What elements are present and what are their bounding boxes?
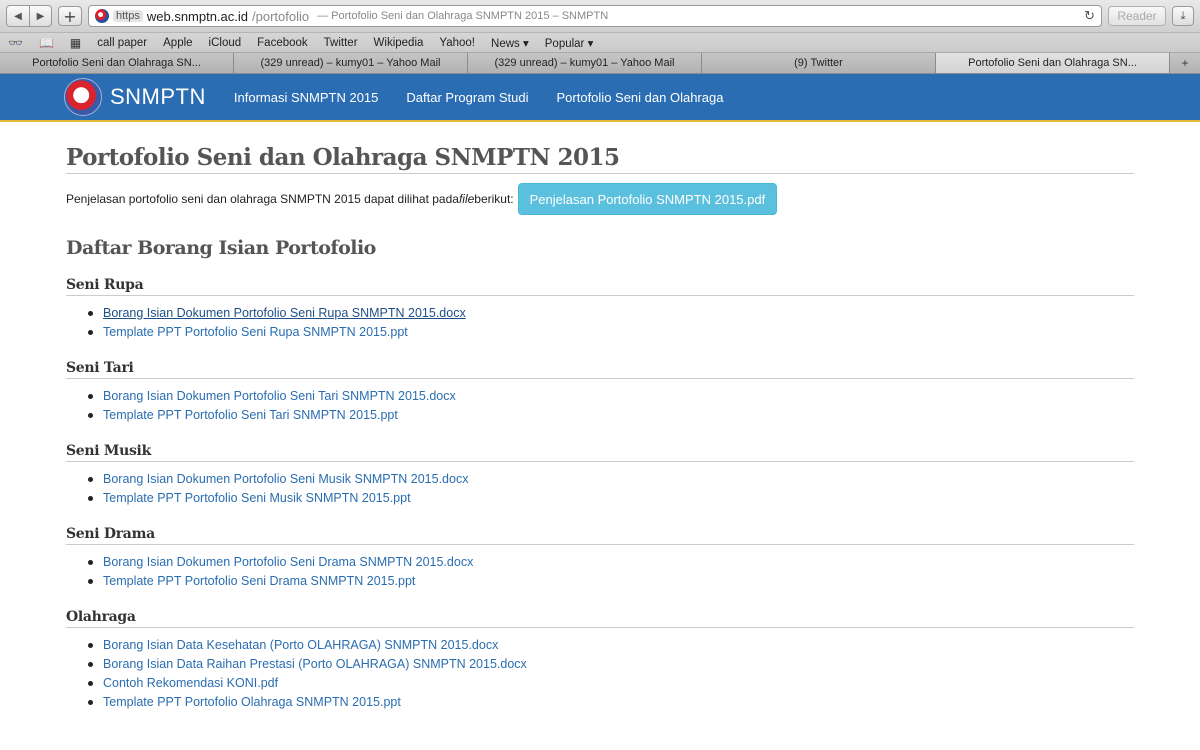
download-link[interactable]: Borang Isian Dokumen Portofolio Seni Dra… <box>103 553 473 572</box>
section-seni-rupa: Seni Rupa Borang Isian Dokumen Portofoli… <box>66 277 1134 342</box>
section-olahraga: Olahraga Borang Isian Data Kesehatan (Po… <box>66 609 1134 712</box>
section-heading: Seni Musik <box>66 443 1134 462</box>
pdf-download-button[interactable]: Penjelasan Portofolio SNMPTN 2015.pdf <box>517 183 778 215</box>
list-item: Borang Isian Dokumen Portofolio Seni Mus… <box>88 470 1134 489</box>
section-heading: Seni Drama <box>66 526 1134 545</box>
site-logo[interactable]: SNMPTN <box>64 78 206 116</box>
list-item: Borang Isian Data Kesehatan (Porto OLAHR… <box>88 636 1134 655</box>
new-tab-icon[interactable]: + <box>1170 53 1200 73</box>
nav-link-informasi[interactable]: Informasi SNMPTN 2015 <box>234 90 379 105</box>
browser-tab-active[interactable]: Portofolio Seni dan Olahraga SN... <box>936 53 1170 73</box>
history-buttons: ◀ ▶ <box>6 5 52 27</box>
section-heading: Seni Tari <box>66 360 1134 379</box>
back-button[interactable]: ◀ <box>7 6 29 26</box>
browser-tab[interactable]: (9) Twitter <box>702 53 936 73</box>
browser-tab[interactable]: (329 unread) – kumy01 – Yahoo Mail <box>468 53 702 73</box>
site-navbar: SNMPTN Informasi SNMPTN 2015 Daftar Prog… <box>0 74 1200 122</box>
list-item: Template PPT Portofolio Olahraga SNMPTN … <box>88 693 1134 712</box>
download-link[interactable]: Template PPT Portofolio Seni Rupa SNMPTN… <box>103 323 408 342</box>
nav-link-portofolio[interactable]: Portofolio Seni dan Olahraga <box>557 90 724 105</box>
list-item: Borang Isian Dokumen Portofolio Seni Tar… <box>88 387 1134 406</box>
download-link[interactable]: Template PPT Portofolio Seni Drama SNMPT… <box>103 572 415 591</box>
section-heading: Olahraga <box>66 609 1134 628</box>
download-link[interactable]: Borang Isian Data Raihan Prestasi (Porto… <box>103 655 527 674</box>
bookmarks-bar: 👓 📖 ▦ call paper Apple iCloud Facebook T… <box>0 33 1200 53</box>
list-heading: Daftar Borang Isian Portofolio <box>66 237 376 259</box>
list-item: Borang Isian Dokumen Portofolio Seni Rup… <box>88 304 1134 323</box>
site-favicon-icon <box>95 9 109 23</box>
intro-text: Penjelasan portofolio seni dan olahraga … <box>66 183 1134 215</box>
download-link[interactable]: Borang Isian Dokumen Portofolio Seni Rup… <box>103 304 466 323</box>
forward-button[interactable]: ▶ <box>29 6 51 26</box>
intro-before: Penjelasan portofolio seni dan olahraga … <box>66 192 459 206</box>
add-bookmark-button[interactable]: + <box>58 6 82 26</box>
list-item: Borang Isian Data Raihan Prestasi (Porto… <box>88 655 1134 674</box>
top-sites-grid-icon[interactable]: ▦ <box>70 36 81 50</box>
bookmark-item[interactable]: Wikipedia <box>374 37 424 49</box>
list-item: Template PPT Portofolio Seni Musik SNMPT… <box>88 489 1134 508</box>
intro-after: berikut: <box>474 192 514 206</box>
browser-toolbar: ◀ ▶ + https web.snmptn.ac.id/portofolio … <box>0 0 1200 33</box>
download-link[interactable]: Borang Isian Dokumen Portofolio Seni Mus… <box>103 470 468 489</box>
downloads-button[interactable]: ⤓ <box>1172 6 1194 26</box>
reading-list-icon[interactable]: 👓 <box>8 36 23 50</box>
section-seni-musik: Seni Musik Borang Isian Dokumen Portofol… <box>66 443 1134 508</box>
reload-icon[interactable]: ↻ <box>1084 9 1095 24</box>
download-link[interactable]: Contoh Rekomendasi KONI.pdf <box>103 674 278 693</box>
url-path: /portofolio <box>252 8 310 24</box>
download-link[interactable]: Borang Isian Dokumen Portofolio Seni Tar… <box>103 387 456 406</box>
main-content: Portofolio Seni dan Olahraga SNMPTN 2015… <box>0 122 1200 712</box>
browser-tab[interactable]: Portofolio Seni dan Olahraga SN... <box>0 53 234 73</box>
intro-em: file <box>458 192 475 206</box>
download-link[interactable]: Template PPT Portofolio Seni Tari SNMPTN… <box>103 406 398 425</box>
reader-button[interactable]: Reader <box>1108 6 1166 26</box>
bookmark-item[interactable]: News ▾ <box>491 36 529 50</box>
tab-bar: Portofolio Seni dan Olahraga SN... (329 … <box>0 53 1200 74</box>
site-nav-links: Informasi SNMPTN 2015 Daftar Program Stu… <box>234 90 724 105</box>
page-title: Portofolio Seni dan Olahraga SNMPTN 2015 <box>66 122 1134 174</box>
browser-tab[interactable]: (329 unread) – kumy01 – Yahoo Mail <box>234 53 468 73</box>
https-badge: https <box>113 10 143 22</box>
bookmark-item[interactable]: call paper <box>97 37 147 49</box>
list-item: Borang Isian Dokumen Portofolio Seni Dra… <box>88 553 1134 572</box>
bookmark-item[interactable]: Apple <box>163 37 192 49</box>
address-page-title: — Portofolio Seni dan Olahraga SNMPTN 20… <box>317 10 609 22</box>
section-seni-tari: Seni Tari Borang Isian Dokumen Portofoli… <box>66 360 1134 425</box>
list-item: Template PPT Portofolio Seni Rupa SNMPTN… <box>88 323 1134 342</box>
list-item: Template PPT Portofolio Seni Tari SNMPTN… <box>88 406 1134 425</box>
logo-text: SNMPTN <box>110 84 206 109</box>
section-heading: Seni Rupa <box>66 277 1134 296</box>
nav-link-program-studi[interactable]: Daftar Program Studi <box>406 90 528 105</box>
download-link[interactable]: Template PPT Portofolio Seni Musik SNMPT… <box>103 489 411 508</box>
address-bar[interactable]: https web.snmptn.ac.id/portofolio — Port… <box>88 5 1102 27</box>
url-host: web.snmptn.ac.id <box>146 8 249 24</box>
section-seni-drama: Seni Drama Borang Isian Dokumen Portofol… <box>66 526 1134 591</box>
bookmark-item[interactable]: iCloud <box>209 37 242 49</box>
list-item: Contoh Rekomendasi KONI.pdf <box>88 674 1134 693</box>
list-item: Template PPT Portofolio Seni Drama SNMPT… <box>88 572 1134 591</box>
bookmark-item[interactable]: Twitter <box>324 37 358 49</box>
bookmarks-book-icon[interactable]: 📖 <box>39 36 54 50</box>
download-link[interactable]: Template PPT Portofolio Olahraga SNMPTN … <box>103 693 401 712</box>
bookmark-item[interactable]: Facebook <box>257 37 308 49</box>
bookmark-item[interactable]: Yahoo! <box>439 37 475 49</box>
bookmark-item[interactable]: Popular ▾ <box>545 36 594 50</box>
snmptn-logo-icon <box>64 78 102 116</box>
download-link[interactable]: Borang Isian Data Kesehatan (Porto OLAHR… <box>103 636 498 655</box>
